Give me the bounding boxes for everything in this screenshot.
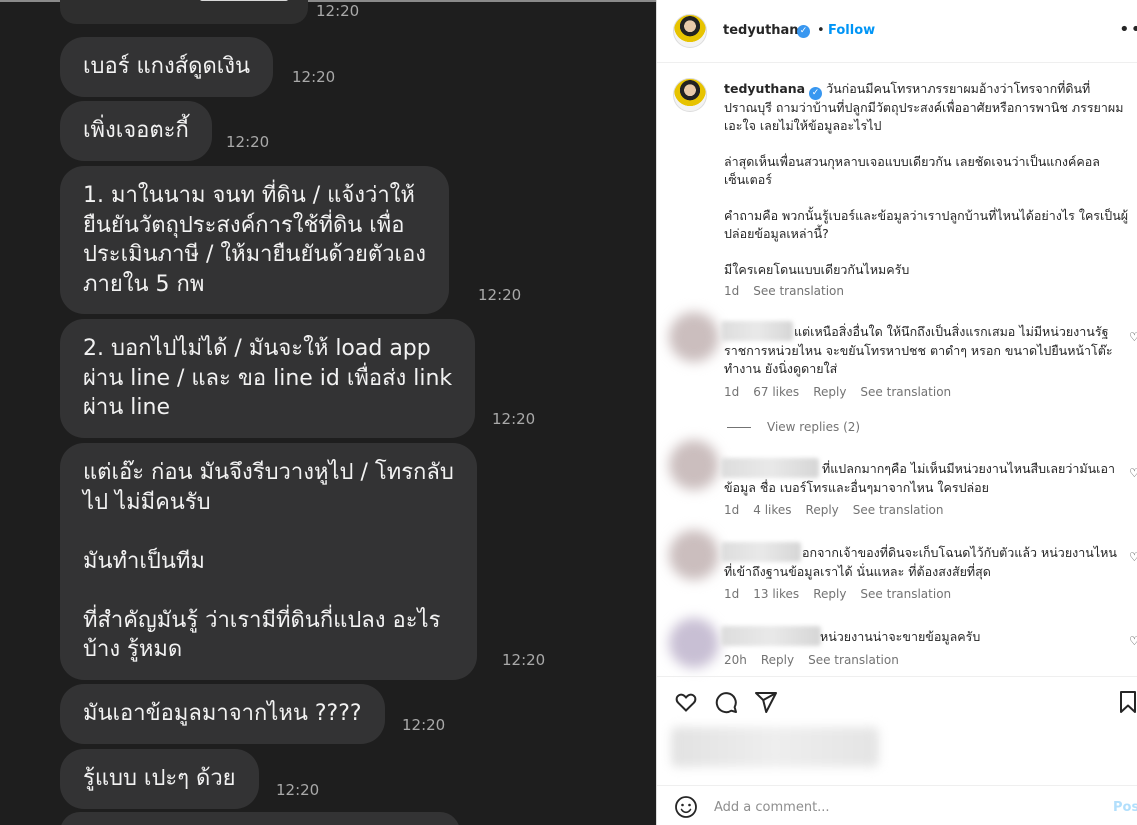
- message-time: 12:20: [492, 410, 536, 428]
- reply-link[interactable]: Reply: [813, 587, 846, 601]
- see-translation-link[interactable]: See translation: [860, 385, 951, 399]
- comment-text: ที่แปลกมากๆคือ ไม่เห็นมีหน่วยงานไหนสืบเล…: [724, 461, 1115, 495]
- message-time: 12:20: [292, 68, 336, 86]
- like-comment-heart-icon[interactable]: ♡: [1129, 634, 1137, 648]
- message-bubble: 1. มาในนาม จนท ที่ดิน / แจ้งว่าให้ ยืนยั…: [60, 166, 450, 314]
- message-time: 12:20: [478, 286, 522, 304]
- caption-username[interactable]: tedyuthana: [724, 81, 805, 96]
- commenter-avatar[interactable]: [669, 440, 719, 490]
- message-bubble: แต่เอ๊ะ ก่อน มันจึงรีบวางหูไป / โทรกลับ …: [60, 443, 477, 680]
- previous-message-bubble: [60, 0, 308, 24]
- comment-box-divider: [657, 785, 1137, 786]
- caption-paragraph: ล่าสุดเห็นเพื่อนสวนกุหลาบเจอแบบเดียวกัน …: [724, 153, 1100, 188]
- reply-link[interactable]: Reply: [806, 503, 839, 517]
- message-time: 12:20: [402, 716, 446, 734]
- comment-likes[interactable]: 13 likes: [753, 587, 799, 601]
- media-scrubber-line: [200, 0, 288, 1]
- comment-meta: 1d 4 likes Reply See translation: [724, 503, 944, 517]
- comment-icon[interactable]: [714, 690, 738, 714]
- comment-age: 1d: [724, 587, 740, 601]
- commenter-avatar[interactable]: [669, 530, 719, 580]
- post-comment-button[interactable]: Post: [1113, 800, 1137, 815]
- message-bubble-partial: [60, 812, 460, 825]
- reply-link[interactable]: Reply: [761, 653, 794, 667]
- see-translation-link[interactable]: See translation: [808, 653, 899, 667]
- actions-divider: [657, 676, 1137, 677]
- post-caption: tedyuthana ✓ วันก่อนมีคนโทรหาภรรยาผมอ้าง…: [724, 80, 1129, 279]
- message-time: 12:20: [316, 2, 360, 20]
- message-time: 12:20: [276, 781, 320, 799]
- see-translation-link[interactable]: See translation: [853, 503, 944, 517]
- like-comment-heart-icon[interactable]: ♡: [1129, 330, 1137, 344]
- header-divider: [657, 62, 1137, 63]
- comment-text: อกจากเจ้าของที่ดินจะเก็บโฉนดไว้กับตัวแล้…: [724, 545, 1117, 579]
- verified-badge-icon: ✓: [809, 87, 823, 100]
- see-translation-link[interactable]: See translation: [753, 284, 844, 298]
- caption-meta: 1d See translation: [724, 284, 844, 298]
- verified-badge-icon: ✓: [797, 25, 810, 38]
- share-icon[interactable]: [754, 690, 778, 714]
- comment-age: 1d: [724, 503, 740, 517]
- comment-meta: 1d 13 likes Reply See translation: [724, 587, 951, 601]
- likes-count-blurred: [671, 727, 879, 767]
- comment-text: แต่เหนือสิ่งอื่นใด ให้นึกถึงเป็นสิ่งแรกเ…: [724, 324, 1113, 376]
- caption-avatar[interactable]: [673, 78, 707, 112]
- commenter-avatar[interactable]: [669, 618, 719, 668]
- author-username[interactable]: tedyuthana: [723, 23, 807, 38]
- follow-button[interactable]: Follow: [828, 23, 875, 38]
- comment-age: 1d: [724, 385, 740, 399]
- message-bubble: รู้แบบ เปะๆ ด้วย: [60, 749, 259, 809]
- caption-age: 1d: [724, 284, 740, 298]
- add-comment-input[interactable]: Add a comment...: [714, 800, 830, 815]
- comment-text: หน่วยงานน่าจะขายข้อมูลครับ: [820, 629, 981, 644]
- comment-meta: 20h Reply See translation: [724, 653, 899, 667]
- author-avatar[interactable]: [673, 14, 707, 48]
- like-comment-heart-icon[interactable]: ♡: [1129, 466, 1137, 480]
- message-bubble: เพิ่งเจอตะกี้: [60, 101, 212, 161]
- comment-age: 20h: [724, 653, 747, 667]
- chat-screenshot: 12:20 เบอร์ แกงส์ดูดเงิน 12:20 เพิ่งเจอต…: [0, 0, 657, 825]
- comment-likes[interactable]: 67 likes: [753, 385, 799, 399]
- bookmark-icon[interactable]: [1119, 690, 1137, 714]
- heart-icon[interactable]: [674, 690, 698, 714]
- message-bubble: 2. บอกไปไม่ได้ / มันจะให้ load app ผ่าน …: [60, 319, 476, 438]
- like-comment-heart-icon[interactable]: ♡: [1129, 550, 1137, 564]
- view-replies-link[interactable]: View replies (2): [726, 420, 860, 434]
- commenter-avatar[interactable]: [669, 312, 719, 362]
- caption-paragraph: คำถามคือ พวกนั้นรู้เบอร์และข้อมูลว่าเราป…: [724, 207, 1129, 242]
- comment-likes[interactable]: 4 likes: [753, 503, 791, 517]
- message-time: 12:20: [226, 133, 270, 151]
- emoji-icon[interactable]: [674, 795, 698, 819]
- message-time: 12:20: [502, 651, 546, 669]
- comment-meta: 1d 67 likes Reply See translation: [724, 385, 951, 399]
- caption-paragraph: มีใครเคยโดนแบบเดียวกันไหมครับ: [724, 261, 910, 277]
- more-options-icon[interactable]: •••: [1119, 19, 1137, 40]
- message-bubble: เบอร์ แกงส์ดูดเงิน: [60, 37, 274, 97]
- see-translation-link[interactable]: See translation: [860, 587, 951, 601]
- instagram-post-panel: tedyuthana ✓ • Follow ••• tedyuthana ✓ ว…: [657, 0, 1137, 825]
- reply-link[interactable]: Reply: [813, 385, 846, 399]
- message-bubble: มันเอาข้อมูลมาจากไหน ????: [60, 684, 385, 744]
- separator-dot: •: [817, 23, 825, 38]
